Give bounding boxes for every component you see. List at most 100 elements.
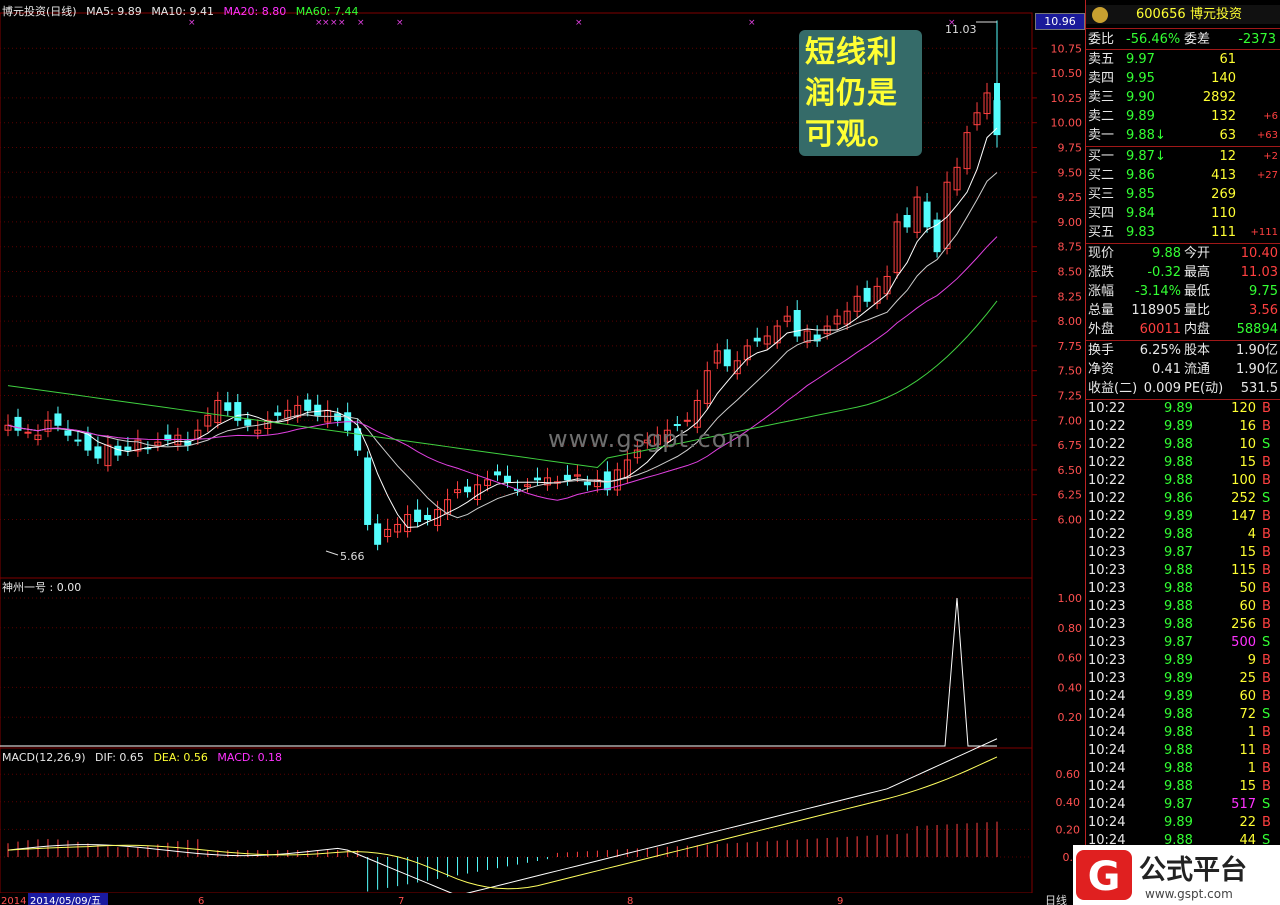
macd-params: MACD(12,26,9): [2, 751, 86, 764]
date-bar: [0, 893, 1085, 905]
tick-volume: 9: [1247, 653, 1256, 668]
tick-side: B: [1262, 455, 1271, 470]
ask-row: 卖四 9.95 140: [1086, 69, 1280, 88]
bid-row: 买二 9.86 413 +27: [1086, 166, 1280, 185]
tick-volume: 10: [1239, 437, 1256, 452]
ind-axis-label: 0.80: [1058, 622, 1083, 635]
tick-time: 10:23: [1088, 599, 1126, 614]
bid-volume: 111: [1211, 225, 1236, 240]
tick-price: 9.88: [1164, 761, 1193, 776]
candle-body: [54, 413, 62, 426]
ask-change: +6: [1263, 111, 1278, 122]
signal-mark: ×: [338, 18, 346, 28]
signal-mark: ×: [396, 18, 404, 28]
tick-row: 10:24 9.88 72 S: [1086, 706, 1280, 724]
date-label-cursor: 2014/05/09/五: [30, 896, 101, 905]
price-axis-label: 9.00: [1058, 216, 1083, 229]
bid-change: +2: [1263, 151, 1278, 162]
candle-body: [533, 477, 541, 481]
candle-body: [563, 474, 571, 481]
app-logo-icon: [1092, 7, 1108, 23]
tick-volume: 60: [1239, 689, 1256, 704]
tick-side: B: [1262, 581, 1271, 596]
bid-label: 买三: [1088, 187, 1115, 202]
tick-price: 9.88: [1164, 599, 1193, 614]
tick-side: B: [1262, 815, 1271, 830]
stat-value-2: 10.40: [1240, 246, 1278, 261]
macd-axis-label: 0.20: [1056, 823, 1081, 836]
stat-label: 总量: [1088, 303, 1115, 318]
bid-volume: 269: [1211, 187, 1236, 202]
candle-body: [274, 412, 282, 416]
tick-volume: 147: [1231, 509, 1256, 524]
gspt-logo: G 公式平台 www.gspt.com: [1073, 845, 1280, 905]
indicator-panel-frame: [0, 577, 1033, 749]
bid-volume: 110: [1211, 206, 1236, 221]
tick-row: 10:22 9.86 252 S: [1086, 490, 1280, 508]
price-axis-label: 9.50: [1058, 166, 1083, 179]
stat-label: 现价: [1088, 246, 1115, 261]
stat-label: 涨跌: [1088, 265, 1115, 280]
info-row: 换手 6.25% 股本 1.90亿: [1086, 341, 1280, 360]
price-axis-label: 6.25: [1058, 489, 1083, 502]
ask-change: +63: [1256, 130, 1278, 141]
ma20-value: MA20: 8.80: [223, 5, 287, 18]
price-axis-label: 6.50: [1058, 464, 1083, 477]
tick-volume: 120: [1231, 401, 1256, 416]
weibi-value: -56.46%: [1126, 32, 1181, 47]
tick-row: 10:22 9.88 15 B: [1086, 454, 1280, 472]
candle-body: [994, 83, 1000, 135]
tick-row: 10:22 9.89 120 B: [1086, 400, 1280, 418]
stat-label-2: 最低: [1184, 284, 1211, 299]
info-row: 净资 0.41 流通 1.90亿: [1086, 360, 1280, 379]
tick-time: 10:23: [1088, 617, 1126, 632]
bid-label: 买二: [1088, 168, 1115, 183]
tick-row: 10:23 9.88 115 B: [1086, 562, 1280, 580]
tick-price: 9.89: [1164, 653, 1193, 668]
price-axis-label: 7.25: [1058, 390, 1083, 403]
price-axis-label: 10.25: [1051, 92, 1083, 105]
kline-chart-area[interactable]: 10.75 10.50 10.25 10.00 9.75 9.50 9.25 9.00 8.75…: [0, 0, 1085, 905]
period-label: 日线: [1045, 893, 1067, 905]
candle-body: [364, 457, 372, 525]
candle-body: [374, 523, 382, 545]
weibi-row: 委比 -56.46% 委差 -2373: [1086, 30, 1280, 49]
tick-side: B: [1262, 473, 1271, 488]
candle-body: [64, 430, 72, 436]
bid-label: 买四: [1088, 206, 1115, 221]
tick-row: 10:23 9.87 500 S: [1086, 634, 1280, 652]
tick-price: 9.89: [1164, 689, 1193, 704]
annotation-note: 短线利 润仍是 可观。: [799, 30, 922, 156]
candle-body: [583, 481, 591, 486]
ask-label: 卖三: [1088, 90, 1115, 105]
tick-time: 10:22: [1088, 401, 1126, 416]
info-value-2: 1.90亿: [1236, 343, 1278, 358]
tick-side: B: [1262, 563, 1271, 578]
bid-price: 9.83: [1126, 225, 1155, 240]
candle-body: [244, 419, 252, 426]
info-label-2: 流通: [1184, 362, 1211, 377]
tick-price: 9.89: [1164, 509, 1193, 524]
price-axis-label: 7.75: [1058, 340, 1083, 353]
signal-mark: ×: [575, 18, 583, 28]
tick-volume: 1: [1247, 725, 1256, 740]
info-label: 净资: [1088, 362, 1115, 377]
bid-price: 9.84: [1126, 206, 1155, 221]
ask-price: 9.97: [1126, 52, 1155, 67]
stat-label: 外盘: [1088, 322, 1115, 337]
price-axis-label: 9.75: [1058, 142, 1083, 155]
candle-body: [494, 471, 502, 476]
tick-row: 10:24 9.88 1 B: [1086, 724, 1280, 742]
candle-body: [793, 310, 801, 337]
tick-price: 9.88: [1164, 527, 1193, 542]
signal-mark: ×: [330, 18, 338, 28]
ask-volume: 63: [1219, 128, 1236, 143]
month-label-8: 8: [627, 896, 633, 905]
signal-mark: ×: [357, 18, 365, 28]
low-marker: 5.66: [340, 550, 365, 563]
stock-code: 600656: [1136, 7, 1186, 22]
chart-canvas[interactable]: 10.75 10.50 10.25 10.00 9.75 9.50 9.25 9.00 8.75…: [0, 0, 1085, 905]
tick-time: 10:23: [1088, 653, 1126, 668]
tick-row: 10:22 9.89 16 B: [1086, 418, 1280, 436]
tick-volume: 16: [1239, 419, 1256, 434]
